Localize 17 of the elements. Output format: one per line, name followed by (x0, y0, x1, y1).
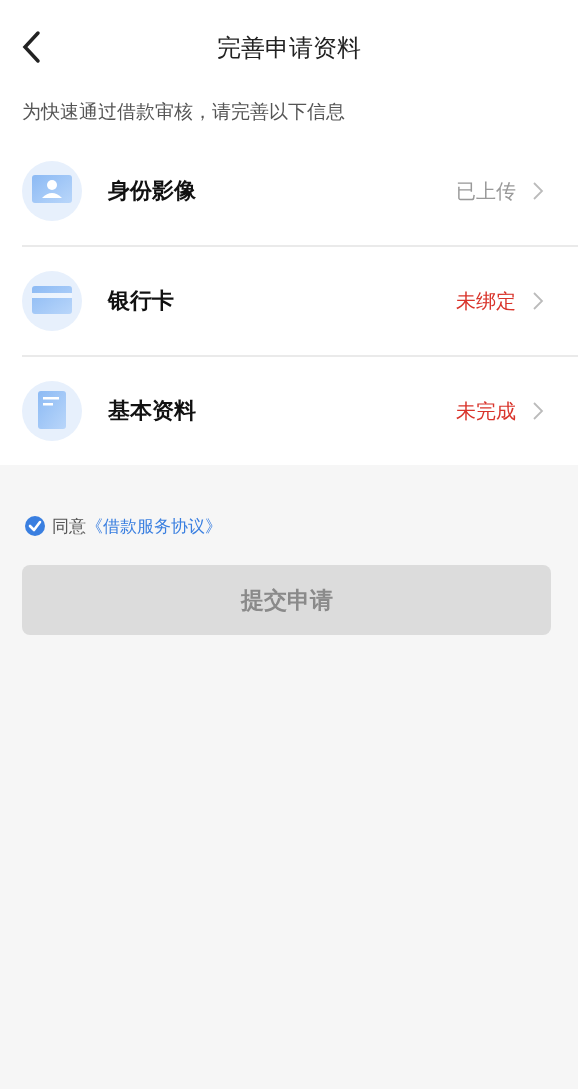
item-label: 身份影像 (108, 177, 197, 205)
agree-label: 同意 (52, 514, 86, 538)
list-item[interactable]: 银行卡 未绑定 (22, 247, 578, 357)
page-title: 完善申请资料 (217, 32, 361, 64)
item-label: 基本资料 (108, 397, 197, 425)
list-item[interactable]: 基本资料 未完成 (22, 357, 578, 465)
subtitle: 为快速通过借款审核，请完善以下信息 (21, 99, 346, 124)
list-item[interactable]: 身份影像 已上传 (22, 137, 578, 247)
chevron-right-icon (532, 401, 544, 421)
item-status: 未绑定 (456, 287, 516, 315)
item-status: 未完成 (456, 397, 516, 425)
item-label: 银行卡 (108, 287, 175, 315)
chevron-right-icon (532, 181, 544, 201)
item-status: 已上传 (456, 177, 516, 205)
agreement-link[interactable]: 《借款服务协议》 (86, 514, 222, 538)
checkbox[interactable] (24, 515, 46, 537)
chevron-right-icon (532, 291, 544, 311)
